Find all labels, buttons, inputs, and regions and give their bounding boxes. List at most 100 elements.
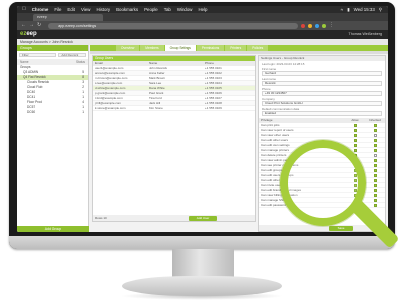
inherited-checkbox[interactable]	[373, 158, 377, 162]
forward-icon[interactable]: →	[29, 21, 34, 30]
menubar-clock[interactable]: Wed 15:33	[354, 6, 375, 13]
menu-tab[interactable]: Tab	[164, 6, 171, 13]
menu-window[interactable]: Window	[177, 6, 193, 13]
apple-icon[interactable]: 	[22, 6, 26, 13]
inherited-checkbox[interactable]	[373, 203, 377, 207]
last-login: Last login: 2023-03-03 14:28:15	[262, 62, 305, 66]
inherited-checkbox[interactable]	[373, 163, 377, 167]
extension-icon[interactable]	[315, 23, 320, 28]
inherited-checkbox[interactable]	[373, 188, 377, 192]
extension-icon[interactable]	[322, 23, 327, 28]
permission-cell	[365, 138, 385, 142]
detail-fields: First name Gerhard Last name Resnick Phone +4…	[259, 67, 385, 116]
table-row[interactable]: k.stone@example.com Kim Stone +1 555 0109	[93, 106, 255, 111]
permission-cell	[345, 138, 365, 142]
permission-cell	[365, 123, 385, 127]
filter-input[interactable]: Filter	[19, 53, 57, 57]
menu-history[interactable]: History	[96, 6, 110, 13]
menu-chrome[interactable]: Chrome	[32, 6, 49, 13]
user-menu[interactable]: Thomas Weißenberg	[349, 31, 383, 38]
add-user-button[interactable]: Add User	[189, 215, 217, 221]
group-tree: Groups Q3 ADMIN 5 Q4 Flat Resnick 8 Clouds Re…	[17, 65, 88, 115]
browser-tab[interactable]: ezeep	[33, 14, 103, 21]
app-header: ezeep Thomas Weißenberg	[17, 30, 388, 39]
inherited-checkbox[interactable]	[373, 128, 377, 132]
col-status[interactable]: Status	[76, 60, 85, 64]
field-input[interactable]: Cloud Print Solutions GmbH	[262, 101, 382, 106]
menu-view[interactable]: View	[81, 6, 90, 13]
field-input[interactable]: +49 30 1234567	[262, 91, 382, 96]
field-input[interactable]: Resnick	[262, 81, 382, 86]
inherited-checkbox[interactable]	[373, 183, 377, 187]
menu-bookmarks[interactable]: Bookmarks	[116, 6, 138, 13]
table-cell: John Resnick	[149, 66, 168, 70]
inherited-checkbox[interactable]	[373, 153, 377, 157]
inherited-checkbox[interactable]	[373, 193, 377, 197]
extension-icon[interactable]	[301, 23, 306, 28]
allow-checkbox[interactable]	[353, 138, 357, 142]
allow-checkbox[interactable]	[353, 133, 357, 137]
monitor-chin	[9, 236, 395, 249]
permission-cell	[365, 153, 385, 157]
battery-icon[interactable]: ▮	[347, 6, 349, 13]
address-bar[interactable]: app.ezeep.com/settings	[48, 22, 299, 29]
add-group-button[interactable]: Add Group	[17, 226, 89, 232]
menubar-status-area: ≈ ▮ Wed 15:33 ⚲	[341, 6, 388, 13]
field-input[interactable]: Enabled	[262, 111, 382, 116]
inherited-checkbox[interactable]	[373, 148, 377, 152]
table-cell: +1 555 0102	[205, 71, 222, 75]
inherited-checkbox[interactable]	[373, 143, 377, 147]
inherited-checkbox[interactable]	[373, 173, 377, 177]
permission-cell	[365, 193, 385, 197]
reload-icon[interactable]: ↻	[37, 21, 41, 30]
detail-field: Default communication data Enabled	[262, 107, 382, 116]
field-input[interactable]: Gerhard	[262, 71, 382, 76]
table-cell: Mark Brown	[149, 76, 166, 80]
sub-toolbar	[90, 51, 388, 54]
inherited-checkbox[interactable]	[373, 198, 377, 202]
menu-file[interactable]: File	[54, 6, 61, 13]
back-icon[interactable]: ←	[21, 21, 26, 30]
permission-cell	[365, 178, 385, 182]
inherited-checkbox[interactable]	[373, 168, 377, 172]
filter-selected[interactable]: Add Resnick	[58, 53, 86, 57]
table-cell: p.grant@example.com	[95, 91, 126, 95]
permission-label: Can view other users	[261, 133, 290, 137]
allow-checkbox[interactable]	[353, 123, 357, 127]
allow-checkbox[interactable]	[353, 148, 357, 152]
save-button[interactable]: Save	[329, 225, 353, 231]
allow-checkbox[interactable]	[353, 143, 357, 147]
mac-menubar:  Chrome File Edit View History Bookmark…	[17, 6, 388, 13]
table-cell: Anna Keller	[149, 71, 165, 75]
menu-people[interactable]: People	[144, 6, 158, 13]
tree-item[interactable]: DC60 1	[17, 110, 88, 115]
spotlight-icon[interactable]: ⚲	[379, 6, 382, 13]
table-cell: +1 555 0101	[205, 66, 222, 70]
table-cell: +1 555 0103	[205, 76, 222, 80]
col-name[interactable]: Name	[20, 60, 29, 64]
inherited-checkbox[interactable]	[373, 123, 377, 127]
table-cell: t.ford@example.com	[95, 96, 123, 100]
allow-checkbox[interactable]	[353, 128, 357, 132]
table-cell: m.brown@example.com	[95, 76, 128, 80]
table-cell: j.hill@example.com	[95, 101, 122, 105]
permission-cell	[365, 133, 385, 137]
inherited-checkbox[interactable]	[373, 133, 377, 137]
menu-edit[interactable]: Edit	[67, 6, 75, 13]
menu-help[interactable]: Help	[198, 6, 207, 13]
ezeep-logo[interactable]: ezeep	[20, 31, 37, 38]
permission-cell	[345, 133, 365, 137]
permission-cell	[345, 128, 365, 132]
wifi-icon[interactable]: ≈	[341, 6, 343, 13]
table-cell: Sara Lee	[149, 81, 162, 85]
extension-icon[interactable]	[308, 23, 313, 28]
table-cell: anna.k@example.com	[95, 71, 125, 75]
menu-dots-icon[interactable]: ⋮	[329, 21, 334, 30]
inherited-checkbox[interactable]	[373, 138, 377, 142]
users-grid: Group Users Email Name Phone user1@examp…	[92, 55, 256, 222]
detail-field: Last name Resnick	[262, 77, 382, 86]
inherited-checkbox[interactable]	[373, 178, 377, 182]
table-cell: +1 555 0108	[205, 101, 222, 105]
permission-label: Can print jobs	[261, 123, 280, 127]
tree-item-label: DC60	[27, 110, 36, 114]
